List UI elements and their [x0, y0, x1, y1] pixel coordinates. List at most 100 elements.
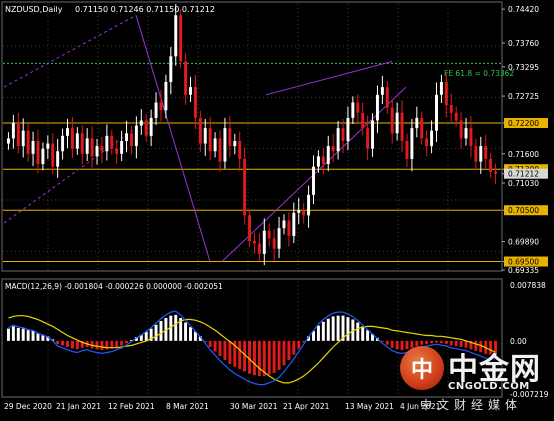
macd-histogram-bar — [11, 326, 15, 341]
candle-bear — [70, 128, 74, 149]
price-tick-label: 0.69890 — [508, 238, 539, 247]
candle-bear — [494, 171, 498, 174]
candle-bull — [316, 156, 320, 167]
candle-bull — [464, 128, 468, 139]
macd-histogram-bar — [31, 330, 35, 341]
candle-bull — [203, 128, 207, 144]
price-tick-label: 0.73760 — [508, 39, 539, 48]
macd-histogram-bar — [213, 340, 217, 352]
candle-bear — [208, 128, 212, 152]
candle-bear — [238, 140, 242, 159]
price-tick-label: 0.72725 — [508, 92, 539, 101]
macd-histogram-bar — [159, 321, 163, 341]
macd-histogram-bar — [444, 340, 448, 344]
macd-histogram-bar — [420, 340, 424, 345]
candle-bull — [326, 146, 330, 165]
macd-histogram-bar — [405, 340, 409, 350]
macd-histogram-bar — [6, 328, 10, 341]
candle-bear — [243, 158, 247, 216]
candle-bear — [287, 220, 291, 236]
candle-bear — [484, 146, 488, 159]
macd-histogram-bar — [70, 340, 74, 349]
macd-histogram-bar — [36, 333, 40, 341]
candle-bull — [312, 166, 315, 195]
macd-histogram-bar — [75, 340, 79, 350]
candle-bull — [189, 87, 192, 95]
candle-bear — [321, 156, 325, 165]
candle-bear — [100, 146, 104, 152]
macd-histogram-bar — [144, 331, 148, 341]
macd-histogram-bar — [479, 340, 483, 353]
macd-histogram-bar — [267, 340, 271, 375]
macd-histogram-bar — [390, 340, 394, 348]
candle-bull — [410, 128, 414, 159]
candle-bull — [41, 148, 45, 165]
candle-bear — [302, 210, 306, 216]
macd-histogram-bar — [449, 340, 453, 346]
macd-histogram-bar — [21, 328, 25, 341]
candle-bull — [56, 151, 60, 167]
macd-histogram-bar — [326, 318, 330, 341]
candle-bear — [272, 238, 276, 249]
chart-symbol-label: NZDUSD,Daily — [5, 5, 63, 14]
candle-bull — [31, 140, 35, 154]
macd-histogram-bar — [292, 340, 296, 355]
chart-ohlc-label: 0.71150 0.71246 0.71150 0.71212 — [75, 5, 215, 14]
macd-histogram-bar — [238, 340, 242, 370]
macd-histogram-bar — [125, 340, 129, 344]
macd-histogram-bar — [56, 340, 60, 344]
macd-histogram-bar — [287, 340, 291, 360]
candle-bull — [395, 112, 399, 134]
macd-histogram-bar — [356, 322, 360, 341]
macd-histogram-bar — [16, 327, 20, 341]
candle-bear — [331, 146, 335, 152]
macd-histogram-bar — [272, 340, 276, 373]
macd-histogram-bar — [425, 340, 429, 344]
chart-window: 0.74420 0.73760 0.73295 0.72725 0.72200 0.716… — [0, 0, 554, 417]
macd-histogram-bar — [184, 322, 188, 341]
candle-bear — [257, 243, 261, 254]
chart-canvas[interactable]: 0.744200.737600.732950.727250.722000.716… — [0, 0, 554, 417]
price-tick-label: 0.69335 — [508, 266, 539, 275]
macd-histogram-bar — [66, 340, 69, 347]
candle-bear — [390, 107, 394, 134]
macd-histogram-bar — [208, 340, 212, 347]
price-tick-label: 0.71030 — [508, 179, 539, 188]
candle-bear — [385, 87, 389, 108]
candle-bear — [110, 135, 114, 149]
candle-bear — [469, 128, 473, 147]
candle-bull — [125, 133, 129, 141]
candle-bull — [439, 81, 443, 95]
price-tick-label: 0.71212 — [508, 170, 539, 179]
candle-bear — [129, 133, 133, 147]
candle-bull — [164, 81, 168, 111]
macd-histogram-bar — [257, 340, 261, 376]
macd-histogram-bar — [336, 315, 340, 341]
macd-tick-label: -0.007219 — [510, 390, 549, 399]
candle-bear — [159, 102, 163, 111]
macd-histogram-bar — [223, 340, 227, 360]
macd-histogram-bar — [61, 340, 65, 346]
price-tick-label: 0.74420 — [508, 5, 539, 14]
macd-histogram-bar — [385, 340, 389, 345]
macd-histogram-bar — [218, 340, 222, 357]
candle-bull — [223, 128, 227, 162]
candle-bear — [36, 140, 40, 165]
time-tick-label: 21 Jan 2021 — [56, 402, 101, 411]
macd-tick-label: 0.007838 — [510, 281, 546, 290]
candle-bear — [474, 146, 478, 162]
fib-label: FE 61.8 = 0.73362 — [444, 69, 514, 78]
candle-bear — [420, 117, 424, 139]
macd-histogram-bar — [316, 325, 320, 341]
macd-histogram-bar — [154, 324, 158, 341]
candle-bull — [297, 210, 301, 213]
candle-bull — [11, 123, 15, 139]
candle-bull — [134, 125, 138, 147]
macd-histogram-bar — [248, 340, 252, 374]
macd-histogram-bar — [100, 340, 104, 351]
macd-histogram-bar — [174, 314, 178, 341]
candle-bear — [218, 138, 222, 162]
candle-bear — [115, 148, 119, 154]
price-tick-label: 0.71600 — [508, 150, 539, 159]
candle-bull — [66, 128, 69, 136]
